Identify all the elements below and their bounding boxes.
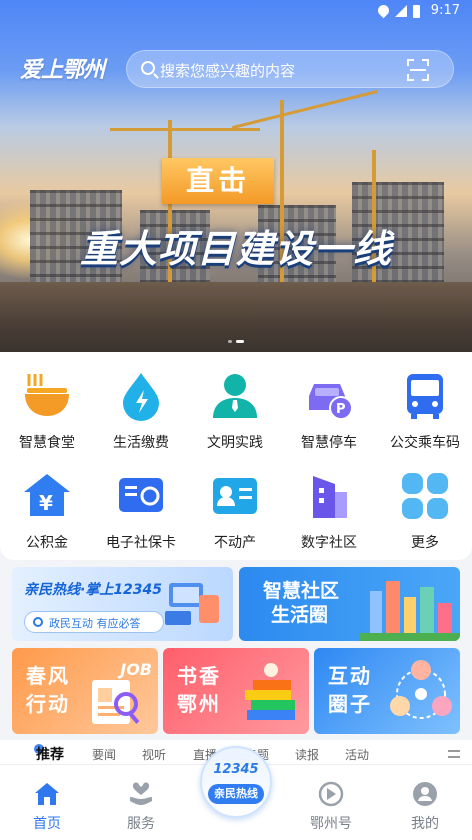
nav-services[interactable]: 服务 [106,781,176,833]
books-title-line1: 书香 [177,664,221,688]
spring-title-line2: 行动 [26,692,70,716]
service-label: 更多 [411,535,439,551]
search-icon [33,617,43,627]
spring-card-title: 春风 行动 [26,662,70,718]
status-bar: 9:17 [0,0,472,24]
scan-icon[interactable] [407,59,429,81]
service-civic-practice[interactable]: 文明实践 [188,370,282,452]
social-card-icon [115,470,167,522]
nav-label: 首页 [33,816,61,832]
svg-text:¥: ¥ [39,491,53,515]
people-circle-illustration [388,658,454,728]
circle-title-line2: 圈子 [328,692,372,716]
tab-menu-icon[interactable] [448,750,460,758]
nav-mine[interactable]: 我的 [390,781,460,833]
person-icon [209,370,261,422]
food-bowl-icon [21,370,73,422]
circle-card-title: 互动 圈子 [328,662,372,718]
service-grid: 智慧食堂 生活缴费 文明实践 P 智慧停车 公交乘车码 ¥ 公积金 电子社保卡 … [0,352,472,560]
tab-video[interactable]: 视听 [142,746,166,763]
tab-news[interactable]: 要闻 [92,746,116,763]
fab-number: 12345 [213,762,259,777]
service-label: 数字社区 [301,535,357,551]
service-housing-fund[interactable]: ¥ 公积金 [0,470,94,552]
tab-newspaper[interactable]: 读报 [295,746,319,763]
service-label: 电子社保卡 [106,535,176,551]
battery-icon [413,5,420,18]
wifi-icon [375,2,392,19]
spring-title-line1: 春风 [26,664,70,688]
nav-ezhou-account[interactable]: 鄂州号 [296,781,366,833]
community-illustration [360,575,460,641]
hotline-fab-button[interactable]: 12345 亲民热线 [200,746,272,818]
service-smart-canteen[interactable]: 智慧食堂 [0,370,94,452]
service-digital-community[interactable]: 数字社区 [282,470,376,552]
community-card-title: 智慧社区 生活圈 [263,579,339,627]
spring-action-card[interactable]: 春风 行动 JOB [12,648,158,734]
books-title-line2: 鄂州 [177,692,221,716]
service-label: 智慧食堂 [19,435,75,451]
service-label: 不动产 [214,535,256,551]
home-icon [34,781,60,807]
books-card-title: 书香 鄂州 [177,662,221,718]
book-ezhou-card[interactable]: 书香 鄂州 [163,648,309,734]
buildings-icon [303,470,355,522]
bus-icon [399,370,451,422]
banner-tag: 直击 [162,158,274,204]
nav-label: 我的 [411,816,439,832]
service-social-card[interactable]: 电子社保卡 [94,470,188,552]
hotline-search-pill[interactable]: 政民互动 有应必答 [24,611,164,633]
service-real-estate[interactable]: 不动产 [188,470,282,552]
service-label: 智慧停车 [301,435,357,451]
id-card-icon [209,470,261,522]
search-icon [141,61,155,75]
search-placeholder: 搜索您感兴趣的内容 [160,62,296,80]
service-bus-code[interactable]: 公交乘车码 [378,370,472,452]
signal-icon [395,5,407,17]
service-smart-parking[interactable]: P 智慧停车 [282,370,376,452]
hotline-12345-card[interactable]: 亲民热线·掌上12345 政民互动 有应必答 [12,567,233,641]
hotline-illustration [163,575,223,629]
service-label: 公交乘车码 [390,435,460,451]
service-utility-payment[interactable]: 生活缴费 [94,370,188,452]
orbit-icon [318,781,344,807]
carousel-indicator [228,340,244,343]
job-illustration: JOB [86,658,152,728]
svg-text:P: P [336,402,346,417]
hotline-pill-text: 政民互动 有应必答 [49,617,141,630]
hero-banner[interactable]: 9:17 爱上鄂州 搜索您感兴趣的内容 直击 重大项目建设一线 [0,0,472,352]
search-bar[interactable]: 搜索您感兴趣的内容 [126,50,454,88]
books-illustration [237,658,303,728]
tab-activities[interactable]: 活动 [345,746,369,763]
house-yuan-icon: ¥ [21,470,73,522]
nav-home[interactable]: 首页 [12,781,82,833]
car-parking-icon: P [303,370,355,422]
tab-recommend[interactable]: 推荐 [36,744,64,764]
community-title-line2: 生活圈 [271,604,329,626]
service-label: 文明实践 [207,435,263,451]
profile-icon [412,781,438,807]
service-label: 生活缴费 [113,435,169,451]
hands-heart-icon [128,781,154,807]
fab-label: 亲民热线 [208,784,264,804]
community-title-line1: 智慧社区 [263,580,340,602]
crane-jib-1 [110,128,260,131]
carousel-dot-active [236,340,244,343]
crane-jib-2 [231,89,379,130]
hotline-card-title: 亲民热线·掌上12345 [24,582,163,598]
nav-label: 服务 [127,816,155,832]
smart-community-card[interactable]: 智慧社区 生活圈 [239,567,460,641]
water-drop-icon [115,370,167,422]
grid-more-icon [399,470,451,522]
service-more[interactable]: 更多 [378,470,472,552]
app-logo: 爱上鄂州 [20,58,105,83]
status-time: 9:17 [430,3,460,18]
circle-title-line1: 互动 [328,664,372,688]
banner-title: 重大项目建设一线 [79,227,392,271]
interactive-circle-card[interactable]: 互动 圈子 [314,648,460,734]
carousel-dot [228,340,232,343]
nav-label: 鄂州号 [310,816,352,832]
service-label: 公积金 [26,535,68,551]
